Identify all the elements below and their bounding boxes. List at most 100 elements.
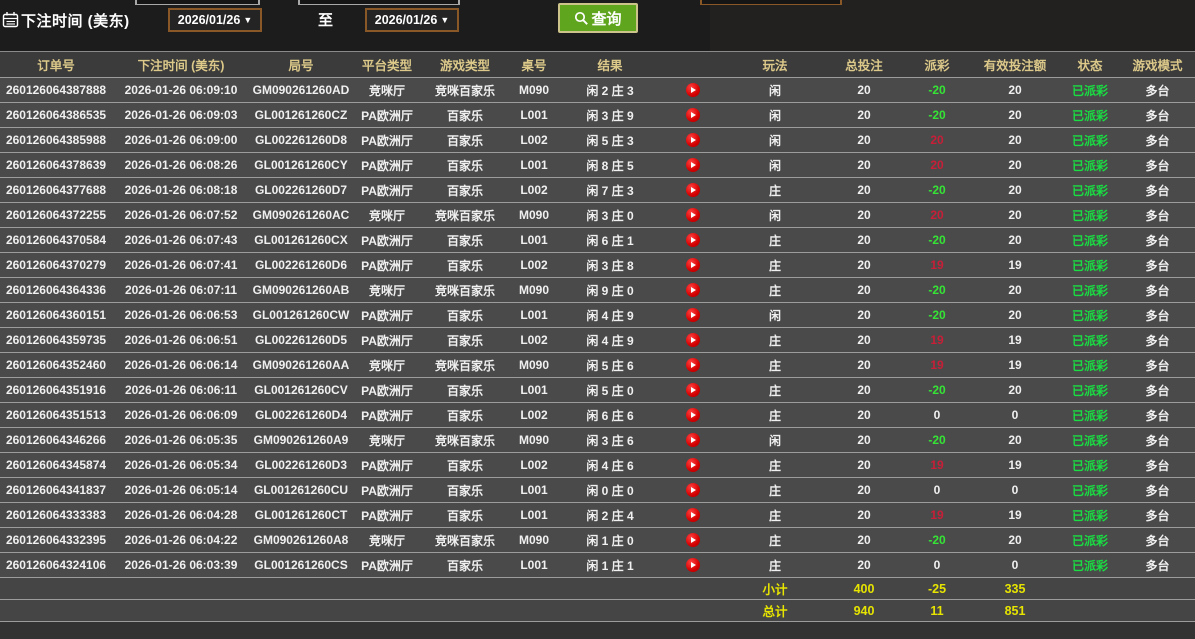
cell-game-type: 百家乐 xyxy=(422,152,508,178)
cell-play-type: 庄 xyxy=(726,327,824,353)
cropped-input-remnant xyxy=(298,0,460,5)
search-button[interactable]: 查询 xyxy=(558,3,638,33)
replay-icon[interactable] xyxy=(686,208,700,223)
cell-valid-bet: 20 xyxy=(970,377,1060,403)
cell-round-no: GL002261260D4 xyxy=(250,402,352,428)
replay-icon[interactable] xyxy=(686,133,700,148)
cell-play-type: 庄 xyxy=(726,252,824,278)
cell-total-bet: 20 xyxy=(824,102,904,128)
table-row: 260126064377688 2026-01-26 06:08:18 GL0022… xyxy=(0,177,1195,203)
cell-status: 已派彩 xyxy=(1060,452,1120,478)
replay-icon[interactable] xyxy=(686,308,700,323)
cell-order-no: 260126064364336 xyxy=(0,277,112,303)
cell-result: 闲 3 庄 0 xyxy=(560,202,660,228)
cell-platform-type: PA欧洲厅 xyxy=(352,327,422,353)
cell-game-mode: 多台 xyxy=(1120,327,1195,353)
replay-icon[interactable] xyxy=(686,158,700,173)
cell-replay xyxy=(660,377,726,403)
cell-payout: -20 xyxy=(904,527,970,553)
cell-order-no: 260126064377688 xyxy=(0,177,112,203)
cell-platform-type: PA欧洲厅 xyxy=(352,552,422,578)
total-row: 总计 940 11 851 xyxy=(0,599,1195,622)
cell-order-no: 260126064372255 xyxy=(0,202,112,228)
replay-icon[interactable] xyxy=(686,558,700,573)
replay-icon[interactable] xyxy=(686,383,700,398)
cell-valid-bet: 0 xyxy=(970,477,1060,503)
cell-platform-type: PA欧洲厅 xyxy=(352,227,422,253)
replay-icon[interactable] xyxy=(686,508,700,523)
cell-play-type: 闲 xyxy=(726,427,824,453)
cell-total-bet: 20 xyxy=(824,452,904,478)
cell-play-type: 闲 xyxy=(726,202,824,228)
cell-payout: 0 xyxy=(904,402,970,428)
cell-bet-time: 2026-01-26 06:05:34 xyxy=(112,452,250,478)
total-label: 总计 xyxy=(726,599,824,622)
replay-icon[interactable] xyxy=(686,233,700,248)
replay-icon[interactable] xyxy=(686,483,700,498)
replay-icon[interactable] xyxy=(686,433,700,448)
replay-icon[interactable] xyxy=(686,333,700,348)
table-row: 260126064351513 2026-01-26 06:06:09 GL0022… xyxy=(0,402,1195,428)
replay-icon[interactable] xyxy=(686,533,700,548)
replay-icon[interactable] xyxy=(686,458,700,473)
cell-total-bet: 20 xyxy=(824,402,904,428)
cell-bet-time: 2026-01-26 06:05:14 xyxy=(112,477,250,503)
cell-play-type: 庄 xyxy=(726,477,824,503)
cell-valid-bet: 20 xyxy=(970,102,1060,128)
cell-status: 已派彩 xyxy=(1060,127,1120,153)
cell-result: 闲 8 庄 5 xyxy=(560,152,660,178)
cell-round-no: GM090261260A8 xyxy=(250,527,352,553)
date-from-select[interactable]: 2026/01/26 ▼ xyxy=(168,8,262,32)
cell-valid-bet: 20 xyxy=(970,527,1060,553)
replay-icon[interactable] xyxy=(686,283,700,298)
cell-payout: -20 xyxy=(904,427,970,453)
header-game-mode: 游戏模式 xyxy=(1120,51,1195,78)
toolbar-background xyxy=(710,0,1195,51)
table-row: 260126064364336 2026-01-26 06:07:11 GM0902… xyxy=(0,277,1195,303)
cell-status: 已派彩 xyxy=(1060,252,1120,278)
cell-round-no: GL001261260CS xyxy=(250,552,352,578)
replay-icon[interactable] xyxy=(686,183,700,198)
cell-valid-bet: 20 xyxy=(970,227,1060,253)
subtotal-row: 小计 400 -25 335 xyxy=(0,577,1195,600)
cell-bet-time: 2026-01-26 06:07:43 xyxy=(112,227,250,253)
cell-result: 闲 1 庄 0 xyxy=(560,527,660,553)
cell-status: 已派彩 xyxy=(1060,277,1120,303)
cell-bet-time: 2026-01-26 06:05:35 xyxy=(112,427,250,453)
to-label: 至 xyxy=(318,12,334,29)
cell-game-type: 百家乐 xyxy=(422,377,508,403)
table-row: 260126064387888 2026-01-26 06:09:10 GM0902… xyxy=(0,77,1195,103)
cell-game-mode: 多台 xyxy=(1120,102,1195,128)
table-row: 260126064346266 2026-01-26 06:05:35 GM0902… xyxy=(0,427,1195,453)
cell-order-no: 260126064386535 xyxy=(0,102,112,128)
cell-play-type: 庄 xyxy=(726,502,824,528)
header-table-no: 桌号 xyxy=(508,51,560,78)
cell-order-no: 260126064332395 xyxy=(0,527,112,553)
cell-play-type: 庄 xyxy=(726,402,824,428)
cell-play-type: 庄 xyxy=(726,352,824,378)
cell-order-no: 260126064385988 xyxy=(0,127,112,153)
calendar-icon xyxy=(2,11,19,33)
cell-play-type: 庄 xyxy=(726,227,824,253)
cell-platform-type: PA欧洲厅 xyxy=(352,177,422,203)
replay-icon[interactable] xyxy=(686,83,700,98)
cell-replay xyxy=(660,152,726,178)
table-row: 260126064333383 2026-01-26 06:04:28 GL0012… xyxy=(0,502,1195,528)
cell-result: 闲 3 庄 8 xyxy=(560,252,660,278)
date-to-select[interactable]: 2026/01/26 ▼ xyxy=(365,8,459,32)
cell-bet-time: 2026-01-26 06:09:03 xyxy=(112,102,250,128)
cell-replay xyxy=(660,202,726,228)
replay-icon[interactable] xyxy=(686,358,700,373)
cell-platform-type: PA欧洲厅 xyxy=(352,302,422,328)
replay-icon[interactable] xyxy=(686,408,700,423)
cell-round-no: GL002261260D5 xyxy=(250,327,352,353)
replay-icon[interactable] xyxy=(686,258,700,273)
chevron-down-icon: ▼ xyxy=(243,15,253,25)
cell-play-type: 庄 xyxy=(726,527,824,553)
replay-icon[interactable] xyxy=(686,108,700,123)
cell-game-mode: 多台 xyxy=(1120,477,1195,503)
cell-payout: 19 xyxy=(904,352,970,378)
cell-bet-time: 2026-01-26 06:09:00 xyxy=(112,127,250,153)
cell-platform-type: 竞咪厅 xyxy=(352,202,422,228)
cell-result: 闲 5 庄 0 xyxy=(560,377,660,403)
